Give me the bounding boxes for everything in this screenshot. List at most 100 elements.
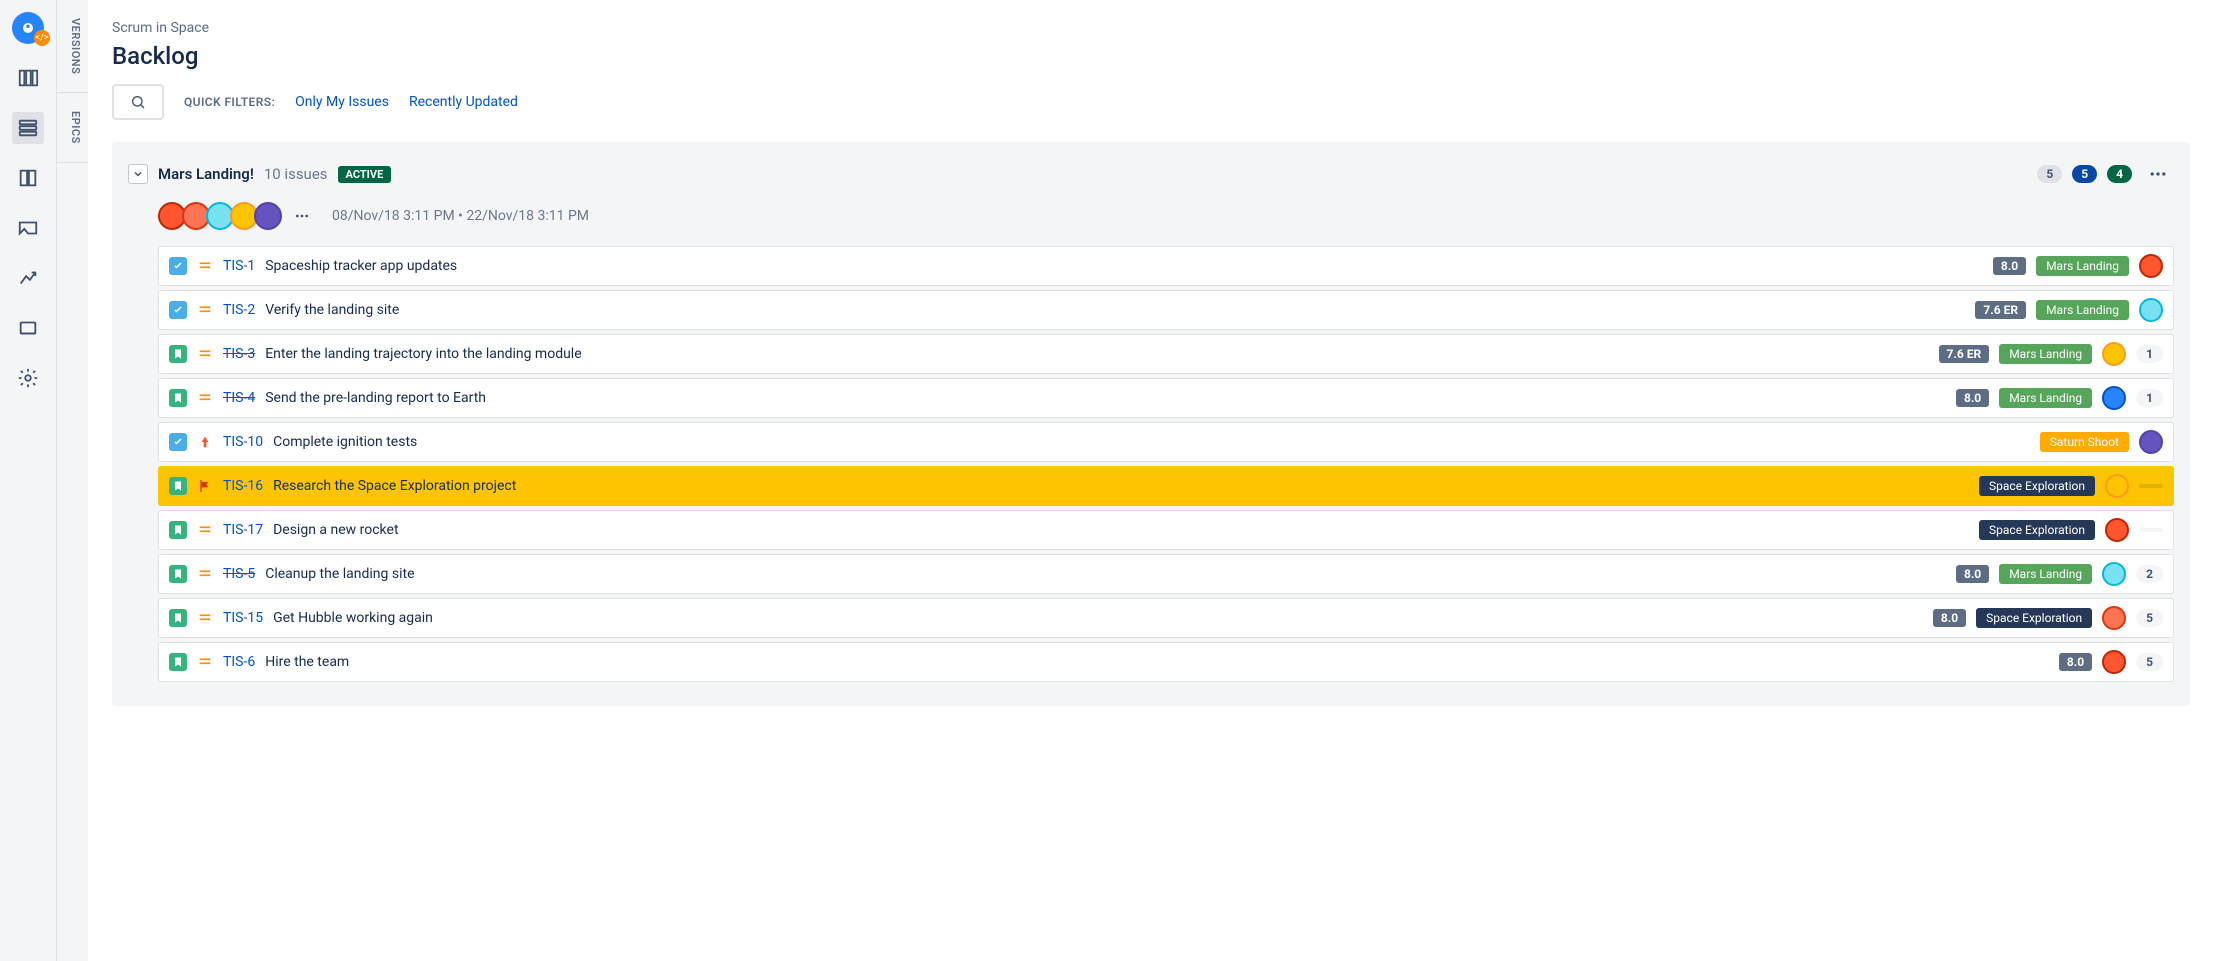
assignee-avatar[interactable] [2105, 474, 2129, 498]
subtask-count[interactable]: 1 [2136, 389, 2163, 407]
more-assignees-button[interactable] [292, 206, 312, 226]
issue-row[interactable]: TIS-10Complete ignition testsSaturn Shoo… [158, 422, 2174, 462]
assignee-avatar[interactable] [2102, 650, 2126, 674]
active-sprint-icon[interactable] [12, 162, 44, 194]
priority-medium-icon [197, 390, 213, 406]
issue-key[interactable]: TIS-6 [223, 654, 255, 670]
sprint-name[interactable]: Mars Landing! [158, 165, 254, 183]
sprint-panel: Mars Landing! 10 issues ACTIVE 5 5 4 08/… [112, 142, 2190, 706]
issue-key[interactable]: TIS-15 [223, 610, 263, 626]
story-type-icon [169, 565, 187, 583]
estimate-badge: 8.0 [1993, 257, 2026, 275]
issue-row[interactable]: TIS-6Hire the team8.05 [158, 642, 2174, 682]
assignee-avatar[interactable] [2105, 518, 2129, 542]
global-sidebar: </> [0, 0, 56, 961]
subtask-count[interactable] [2139, 484, 2163, 488]
sprint-issue-count: 10 issues [264, 165, 328, 183]
count-done[interactable]: 4 [2107, 165, 2132, 183]
priority-medium-icon [197, 346, 213, 362]
side-panel: VERSIONS EPICS [56, 0, 88, 961]
sprint-status: ACTIVE [338, 166, 392, 183]
epic-link[interactable]: Space Exploration [1979, 520, 2095, 540]
count-in-progress[interactable]: 5 [2072, 165, 2097, 183]
issue-key[interactable]: TIS-4 [223, 390, 255, 406]
issue-key[interactable]: TIS-5 [223, 566, 255, 582]
assignee-avatar[interactable] [2139, 430, 2163, 454]
issue-summary: Cleanup the landing site [265, 566, 414, 582]
breadcrumb[interactable]: Scrum in Space [112, 20, 2190, 36]
subtask-count[interactable]: 2 [2136, 565, 2163, 583]
assignee-avatar[interactable] [2102, 386, 2126, 410]
issue-key[interactable]: TIS-2 [223, 302, 255, 318]
backlog-icon[interactable] [12, 112, 44, 144]
epic-link[interactable]: Mars Landing [1999, 344, 2092, 364]
estimate-badge: 8.0 [1956, 565, 1989, 583]
epic-link[interactable]: Mars Landing [2036, 256, 2129, 276]
subtask-count[interactable]: 1 [2136, 345, 2163, 363]
issue-row[interactable]: TIS-1 Spaceship tracker app updates 8.0 Mar… [158, 246, 2174, 286]
subtask-count[interactable]: 5 [2136, 609, 2163, 627]
assignee-avatar[interactable] [2102, 342, 2126, 366]
issue-row[interactable]: TIS-4 Send the pre-landing report to Eart… [158, 378, 2174, 418]
issue-row[interactable]: TIS-2Verify the landing site7.6 ERMars L… [158, 290, 2174, 330]
filters-bar: QUICK FILTERS: Only My Issues Recently U… [112, 84, 2190, 120]
sprint-assignees[interactable] [158, 202, 282, 230]
assignee-avatar[interactable] [2139, 298, 2163, 322]
reports-icon[interactable] [12, 262, 44, 294]
issue-summary: Spaceship tracker app updates [265, 258, 457, 274]
task-type-icon [169, 257, 187, 275]
epic-link[interactable]: Mars Landing [1999, 388, 2092, 408]
project-avatar[interactable]: </> [12, 12, 44, 44]
issue-summary: Design a new rocket [273, 522, 398, 538]
epic-link[interactable]: Space Exploration [1976, 608, 2092, 628]
search-button[interactable] [112, 84, 164, 120]
epic-link[interactable]: Space Exploration [1979, 476, 2095, 496]
issue-row[interactable]: TIS-3Enter the landing trajectory into t… [158, 334, 2174, 374]
issue-row[interactable]: TIS-5 Cleanup the landing site 8.0 Mars Lan… [158, 554, 2174, 594]
versions-tab[interactable]: VERSIONS [57, 0, 88, 93]
epic-link[interactable]: Mars Landing [1999, 564, 2092, 584]
priority-flag-icon [197, 478, 213, 494]
issue-summary: Hire the team [265, 654, 349, 670]
subtask-count[interactable] [2139, 528, 2163, 532]
issue-key[interactable]: TIS-16 [223, 478, 263, 494]
collapse-toggle[interactable] [128, 164, 148, 184]
more-icon [294, 208, 310, 224]
main-content: Scrum in Space Backlog QUICK FILTERS: On… [88, 0, 2214, 961]
count-todo[interactable]: 5 [2037, 165, 2062, 183]
settings-icon[interactable] [12, 362, 44, 394]
quick-filter-recently-updated[interactable]: Recently Updated [409, 94, 518, 110]
assignee-avatar[interactable] [2102, 562, 2126, 586]
quick-filter-my-issues[interactable]: Only My Issues [295, 94, 389, 110]
sprint-subheader: 08/Nov/18 3:11 PM • 22/Nov/18 3:11 PM [158, 202, 2174, 230]
issue-key[interactable]: TIS-1 [223, 258, 255, 274]
assignee-avatar[interactable] [2139, 254, 2163, 278]
epic-link[interactable]: Mars Landing [2036, 300, 2129, 320]
board-icon[interactable] [12, 62, 44, 94]
quick-filters-label: QUICK FILTERS: [184, 95, 275, 109]
sprint-actions-button[interactable] [2142, 158, 2174, 190]
story-type-icon [169, 477, 187, 495]
subtask-count[interactable]: 5 [2136, 653, 2163, 671]
epic-link[interactable]: Saturn Shoot [2040, 432, 2129, 452]
chevron-down-icon [132, 168, 144, 180]
task-type-icon [169, 433, 187, 451]
issue-summary: Get Hubble working again [273, 610, 433, 626]
issue-key[interactable]: TIS-3 [223, 346, 255, 362]
releases-icon[interactable] [12, 212, 44, 244]
issue-key[interactable]: TIS-17 [223, 522, 263, 538]
issue-row[interactable]: TIS-16Research the Space Exploration pro… [158, 466, 2174, 506]
priority-medium-icon [197, 258, 213, 274]
issue-row[interactable]: TIS-15 Get Hubble working again 8.0 Space E… [158, 598, 2174, 638]
priority-medium-icon [197, 610, 213, 626]
epics-tab[interactable]: EPICS [57, 93, 88, 163]
task-type-icon [169, 301, 187, 319]
issue-key[interactable]: TIS-10 [223, 434, 263, 450]
issue-summary: Send the pre-landing report to Earth [265, 390, 486, 406]
assignee-avatar[interactable] [2102, 606, 2126, 630]
priority-medium-icon [197, 302, 213, 318]
issue-row[interactable]: TIS-17 Design a new rocket Space Explorati… [158, 510, 2174, 550]
assignee-avatar[interactable] [254, 202, 282, 230]
estimate-badge: 8.0 [1933, 609, 1966, 627]
pages-icon[interactable] [12, 312, 44, 344]
